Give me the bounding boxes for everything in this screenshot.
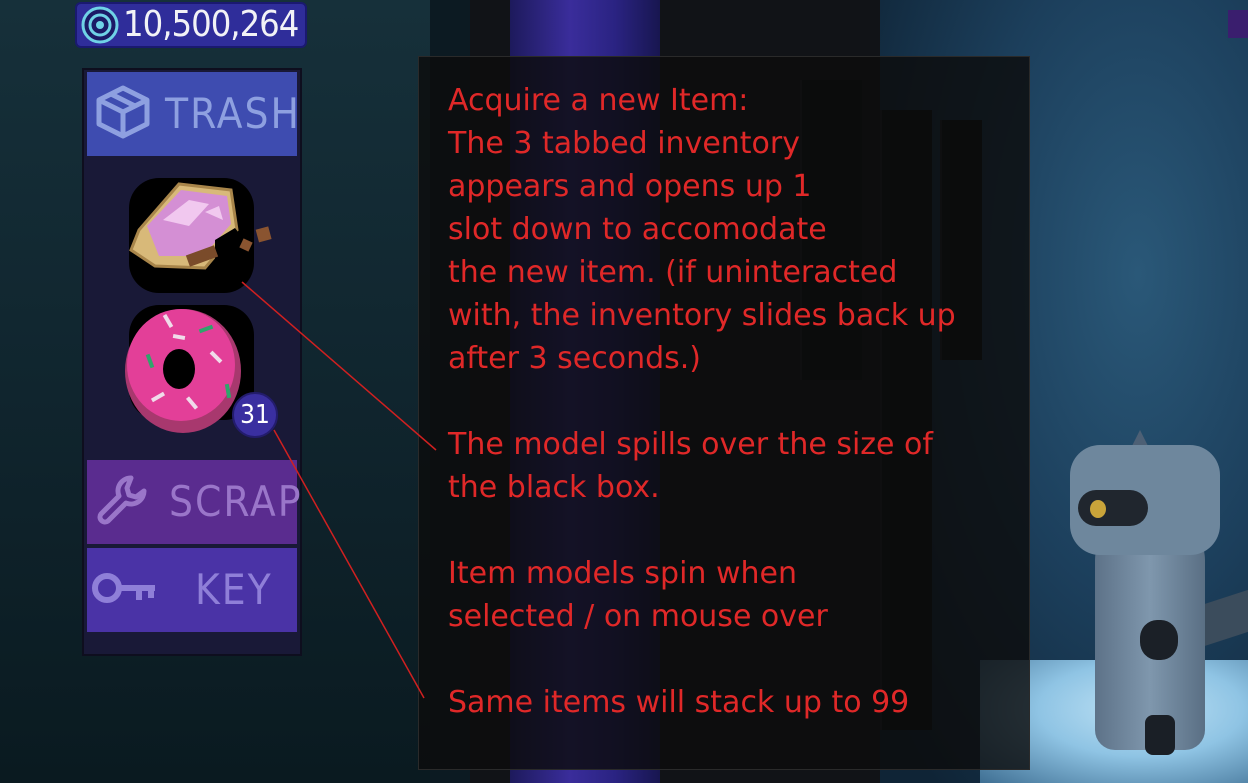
tab-trash[interactable]: TRASH <box>87 72 299 156</box>
background-corner <box>1228 10 1248 38</box>
note-spacer <box>448 380 1029 423</box>
currency-amount: 10,500,264 <box>123 4 299 45</box>
inventory-slot[interactable] <box>129 178 272 293</box>
tab-key-label: KEY <box>195 565 273 614</box>
wrench-icon <box>93 472 149 532</box>
stack-count-badge: 31 <box>232 392 278 438</box>
annotation-box: Acquire a new Item: The 3 tabbed invento… <box>418 56 1030 770</box>
tab-key[interactable]: KEY <box>87 548 297 632</box>
note-stack: Same items will stack up to 99 <box>448 685 910 720</box>
raccoon-spot <box>1140 620 1178 660</box>
tab-scrap[interactable]: SCRAP <box>87 460 301 544</box>
note-spin: Item models spin when selected / on mous… <box>448 556 828 634</box>
note-acquire: Acquire a new Item: The 3 tabbed invento… <box>448 83 956 376</box>
raccoon-foot <box>1145 715 1175 755</box>
box-icon <box>95 84 151 144</box>
raccoon-eye <box>1090 500 1106 518</box>
currency-display: 10,500,264 <box>75 2 307 48</box>
note-spacer <box>448 509 1029 552</box>
sandwich-bite-icon <box>119 170 279 294</box>
coin-icon <box>81 6 119 44</box>
inventory-panel: TRASH 31 SCRAP KEY <box>82 68 302 656</box>
key-icon <box>91 568 159 612</box>
game-screen: 10,500,264 TRASH 31 SCRAP KEY Acquire a … <box>0 0 1248 783</box>
tab-trash-label: TRASH <box>165 89 301 138</box>
note-spill: The model spills over the size of the bl… <box>448 427 933 505</box>
donut-icon <box>121 303 251 442</box>
note-spacer <box>448 638 1029 681</box>
raccoon-mask <box>1078 490 1148 526</box>
tab-scrap-label: SCRAP <box>169 477 303 526</box>
